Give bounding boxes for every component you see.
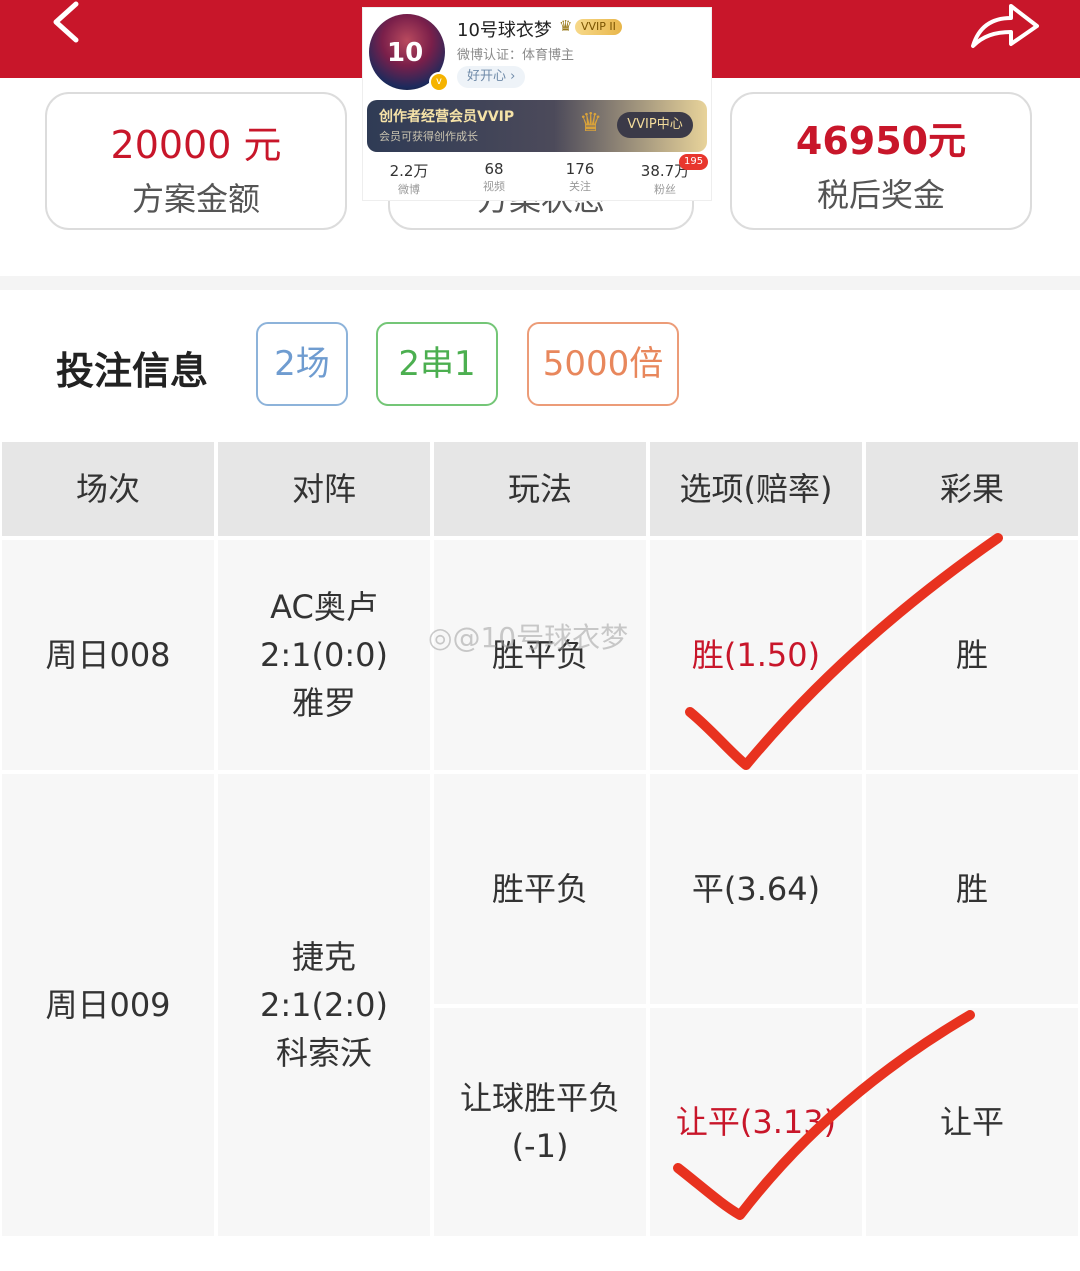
table-cell-play: 胜平负 — [434, 540, 646, 770]
stat-fans-label: 粉丝 — [654, 183, 676, 196]
table-cell-match: AC奥卢 2:1(0:0) 雅罗 — [218, 540, 430, 770]
column-header-result: 彩果 — [866, 442, 1078, 536]
home-team: AC奥卢 — [270, 588, 378, 626]
vvip-banner-subtitle: 会员可获得创作成长 — [379, 130, 478, 143]
after-tax-prize-label: 税后奖金 — [816, 176, 945, 214]
table-cell-result: 胜 — [866, 774, 1078, 1004]
stat-videos-label: 视频 — [483, 180, 505, 193]
stat-videos-count: 68 — [484, 160, 504, 178]
column-header-play: 玩法 — [434, 442, 646, 536]
play-type: 胜平负 — [491, 870, 588, 908]
match-block: AC奥卢 2:1(0:0) 雅罗 — [218, 583, 430, 727]
bet-option: 平(3.64) — [691, 870, 821, 908]
vvip-center-button[interactable]: VVIP中心 — [617, 112, 693, 138]
vip-badge[interactable]: VVIP II — [575, 19, 622, 35]
profile-name[interactable]: 10号球衣梦 — [457, 16, 552, 42]
bet-info-heading: 投注信息 — [56, 349, 209, 393]
crown-icon: ♛ — [579, 108, 603, 138]
lottery-result: 胜 — [955, 870, 988, 908]
away-team: 科索沃 — [275, 1034, 372, 1072]
verified-badge-icon: v — [429, 72, 449, 92]
multiplier-tag: 5000倍 — [527, 322, 679, 406]
table-cell-result: 胜 — [866, 540, 1078, 770]
stat-following-count: 176 — [565, 160, 595, 178]
crown-icon: ♛ — [559, 17, 573, 35]
home-team: 捷克 — [291, 938, 356, 976]
match-score: 2:1(2:0) — [260, 986, 388, 1024]
match-score: 2:1(0:0) — [260, 636, 388, 674]
stat-following[interactable]: 176 关注 — [540, 160, 620, 194]
bet-option: 让平(3.13) — [675, 1103, 837, 1141]
share-button[interactable] — [965, 0, 1045, 56]
table-cell-play: 让球胜平负 (-1) — [434, 1008, 646, 1236]
vvip-banner[interactable]: 创作者经营会员VVIP 会员可获得创作成长 ♛ VVIP中心 — [367, 100, 707, 152]
column-header-round: 场次 — [2, 442, 214, 536]
profile-certification: 微博认证：体育博主 — [457, 48, 575, 63]
after-tax-prize-value: 46950元 — [795, 119, 967, 163]
play-type: 胜平负 — [491, 636, 588, 674]
bet-option: 胜(1.50) — [691, 636, 821, 674]
lottery-result: 让平 — [939, 1103, 1004, 1141]
round-text: 周日008 — [45, 636, 171, 674]
table-cell-play: 胜平负 — [434, 774, 646, 1004]
lottery-result: 胜 — [955, 636, 988, 674]
round-text: 周日009 — [45, 986, 171, 1024]
table-cell-option: 平(3.64) — [650, 774, 862, 1004]
weibo-profile-card[interactable]: 10 v 10号球衣梦 ♛ VVIP II 微博认证：体育博主 好开心 › 创作… — [363, 8, 711, 200]
table-cell-option: 胜(1.50) — [650, 540, 862, 770]
table-cell-match: 捷克 2:1(2:0) 科索沃 — [218, 774, 430, 1236]
play-type: 让球胜平负 — [459, 1079, 620, 1117]
chevron-left-icon — [53, 1, 79, 43]
vvip-banner-title: 创作者经营会员VVIP — [379, 109, 515, 125]
page-bottom — [0, 1238, 1080, 1271]
plan-amount-value: 20000 元 — [110, 123, 282, 167]
handicap-value: (-1) — [511, 1127, 569, 1165]
stat-posts-label: 微博 — [398, 183, 420, 196]
avatar-jersey-number: 10 — [387, 38, 424, 68]
stat-videos[interactable]: 68 视频 — [454, 160, 534, 194]
share-arrow-icon — [971, 4, 1039, 48]
fans-notification-badge: 195 — [679, 154, 709, 170]
play-type-block: 让球胜平负 (-1) — [434, 1074, 646, 1170]
parlay-type-tag: 2串1 — [376, 322, 498, 406]
plan-amount-label: 方案金额 — [131, 180, 260, 218]
back-button[interactable] — [40, 0, 100, 60]
stat-following-label: 关注 — [569, 180, 591, 193]
table-cell-option: 让平(3.13) — [650, 1008, 862, 1236]
table-cell-round: 周日009 — [2, 774, 214, 1236]
stat-posts[interactable]: 2.2万 微博 — [369, 160, 449, 197]
away-team: 雅罗 — [291, 684, 356, 722]
plan-amount-card: 20000 元 方案金额 — [45, 92, 347, 230]
column-header-option: 选项(赔率) — [650, 442, 862, 536]
match-block: 捷克 2:1(2:0) 科索沃 — [218, 933, 430, 1077]
section-divider — [0, 276, 1080, 290]
table-cell-round: 周日008 — [2, 540, 214, 770]
mood-status-chip[interactable]: 好开心 › — [457, 66, 526, 88]
games-count-tag: 2场 — [256, 322, 348, 406]
stat-posts-count: 2.2万 — [389, 162, 429, 180]
after-tax-prize-card: 46950元 税后奖金 — [730, 92, 1032, 230]
table-cell-result: 让平 — [866, 1008, 1078, 1236]
column-header-match: 对阵 — [218, 442, 430, 536]
